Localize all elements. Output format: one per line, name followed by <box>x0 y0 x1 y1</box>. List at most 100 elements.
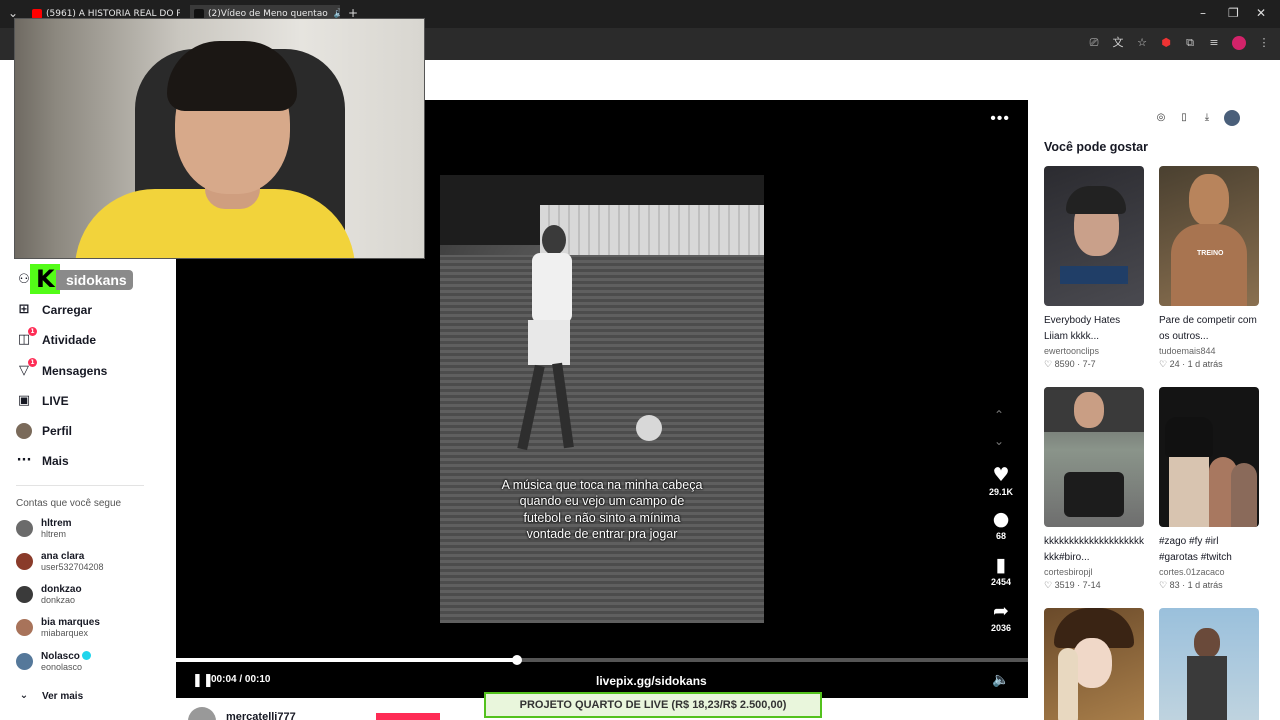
heart-outline-icon: ♡ <box>1044 580 1055 590</box>
recommended-video[interactable]: Everybody Hates Liiam kkkk... ewertooncl… <box>1044 166 1144 370</box>
video-thumbnail[interactable] <box>1159 387 1259 527</box>
extension-red-icon[interactable]: ⬢ <box>1160 37 1172 49</box>
account-name: ana clara <box>41 551 85 562</box>
thumbnail-hair <box>1165 417 1213 457</box>
sidebar-divider <box>16 485 144 486</box>
sidebar-item-perfil[interactable]: Perfil <box>16 421 72 441</box>
following-account-hltrem[interactable]: hltrem hltrem <box>16 518 72 539</box>
recommended-video[interactable] <box>1044 608 1144 720</box>
heart-outline-icon: ♡ <box>1159 359 1170 369</box>
sidebar-item-atividade[interactable]: ◫ 1 Atividade <box>16 327 96 350</box>
volume-icon[interactable]: 🔈 <box>992 672 1009 688</box>
video-thumbnail[interactable] <box>1044 166 1144 306</box>
messages-icon: ▽ 1 <box>16 358 37 379</box>
video-title: kkkkkkkkkkkkkkkkkkkkkkk#biro... <box>1044 536 1144 563</box>
thumbnail-torso <box>1187 656 1227 720</box>
menu-kebab-icon[interactable]: ⋮ <box>1258 37 1270 49</box>
notification-badge: 1 <box>28 327 37 336</box>
following-account-ana-clara[interactable]: ana clara user532704208 <box>16 551 104 572</box>
video-thumbnail[interactable]: TREINO <box>1159 166 1259 306</box>
video-frame[interactable]: A música que toca na minha cabeça quando… <box>440 175 764 623</box>
download-icon[interactable]: ⤓ <box>1201 112 1213 124</box>
thumbnail-car <box>1064 472 1124 517</box>
video-player-figure <box>517 225 580 455</box>
share-button[interactable]: ➦ 2036 <box>984 601 1018 633</box>
recommended-video[interactable]: #zago #fy #irl #garotas #twitch cortes.0… <box>1159 387 1259 591</box>
time-display: 00:04 / 00:10 <box>211 674 271 685</box>
see-more-label: Ver mais <box>42 690 84 702</box>
sidebar-item-label: Mensagens <box>42 364 108 378</box>
sidebar-item-mais[interactable]: ··· Mais <box>16 451 69 471</box>
mobile-icon[interactable]: ▯ <box>1178 112 1190 124</box>
account-handle: donkzao <box>41 595 76 605</box>
following-account-bia-marques[interactable]: bia marques miabarquex <box>16 617 100 638</box>
sidebar-item-label: Perfil <box>42 424 73 438</box>
account-avatar[interactable] <box>1224 110 1240 126</box>
account-handle: miabarquex <box>41 628 89 638</box>
live-icon: ▣ <box>17 393 31 408</box>
more-icon: ··· <box>16 453 32 468</box>
video-thumbnail[interactable] <box>1044 387 1144 527</box>
comment-author[interactable]: mercatelli777 <box>226 711 296 720</box>
bookmark-star-icon[interactable]: ☆ <box>1136 37 1148 49</box>
sidebar-item-carregar[interactable]: ⊞ Carregar <box>16 300 92 320</box>
translate-icon[interactable]: 文 <box>1112 37 1124 49</box>
save-count: 2454 <box>990 577 1012 587</box>
kick-handle: sidokans <box>56 270 133 290</box>
video-author: tudoemais844 <box>1159 346 1216 356</box>
sidebar-item-mensagens[interactable]: ▽ 1 Mensagens <box>16 358 108 381</box>
sidebar-item-live[interactable]: ▣ LIVE <box>16 391 69 411</box>
video-thumbnail[interactable] <box>1159 608 1259 720</box>
next-video-icon[interactable]: ⌄ <box>994 434 1004 448</box>
thumbnail-torso <box>1171 224 1247 306</box>
recommended-video[interactable]: kkkkkkkkkkkkkkkkkkkkkkk#biro... cortesbi… <box>1044 387 1144 591</box>
share-count: 2036 <box>990 623 1012 633</box>
following-account-donkzao[interactable]: donkzao donkzao <box>16 584 82 605</box>
following-account-nolasco[interactable]: Nolasco eonolasco <box>16 651 91 672</box>
heart-outline-icon: ♡ <box>1159 580 1170 590</box>
recommended-video[interactable] <box>1159 608 1259 720</box>
figure-leg <box>552 362 574 449</box>
account-handle: hltrem <box>41 529 67 539</box>
video-stats: ♡ 83 · 1 d atrás <box>1159 580 1223 590</box>
chevron-down-icon: ⌄ <box>19 690 29 701</box>
minimize-button[interactable]: – <box>1200 6 1206 20</box>
sidebar-item-label: Mais <box>42 454 69 468</box>
video-field <box>440 255 764 623</box>
profile-avatar[interactable] <box>1232 36 1246 50</box>
compass-icon[interactable]: ◎ <box>1155 112 1167 124</box>
like-count: 29.1K <box>988 487 1014 497</box>
comment-icon: ● <box>992 508 1010 530</box>
follow-button[interactable] <box>376 713 440 720</box>
video-title: Pare de competir com os outros... <box>1159 315 1257 342</box>
thumbnail-face <box>1194 628 1220 658</box>
progress-bar[interactable] <box>176 655 1028 665</box>
cast-icon[interactable]: ⎚ <box>1088 37 1100 49</box>
toolbar-icons: ⎚ 文 ☆ ⬢ ⧉ ≡ ⋮ <box>1088 36 1270 50</box>
video-author: cortes.01zacaco <box>1159 567 1225 577</box>
see-more-button[interactable]: ⌄ Ver mais <box>16 686 83 706</box>
thumbnail-hair <box>1058 648 1078 720</box>
maximize-button[interactable]: ❐ <box>1228 6 1239 20</box>
progress-knob[interactable] <box>511 655 522 665</box>
like-button[interactable]: ♥ 29.1K <box>984 465 1018 497</box>
account-name: hltrem <box>41 518 72 529</box>
activity-icon: ◫ 1 <box>16 327 37 348</box>
video-stats: ♡ 8590 · 7-7 <box>1044 359 1096 369</box>
previous-video-icon[interactable]: ⌃ <box>994 408 1004 422</box>
save-button[interactable]: ▮ 2454 <box>984 555 1018 587</box>
video-thumbnail[interactable] <box>1044 608 1144 720</box>
comment-button[interactable]: ● 68 <box>984 509 1018 541</box>
recommended-video[interactable]: TREINO Pare de competir com os outros...… <box>1159 166 1259 370</box>
avatar <box>188 707 216 720</box>
extensions-icon[interactable]: ⧉ <box>1184 37 1196 49</box>
verified-badge-icon <box>81 651 91 660</box>
account-handle: user532704208 <box>41 562 104 572</box>
heart-outline-icon: ♡ <box>1044 359 1055 369</box>
video-title: #zago #fy #irl #garotas #twitch <box>1159 536 1232 563</box>
close-window-button[interactable]: ✕ <box>1256 6 1266 20</box>
more-options-icon[interactable]: ••• <box>990 110 1010 128</box>
recommendations-title: Você pode gostar <box>1044 140 1148 154</box>
media-control-icon[interactable]: ≡ <box>1208 37 1220 49</box>
livepix-overlay: livepix.gg/sidokans <box>596 674 707 688</box>
